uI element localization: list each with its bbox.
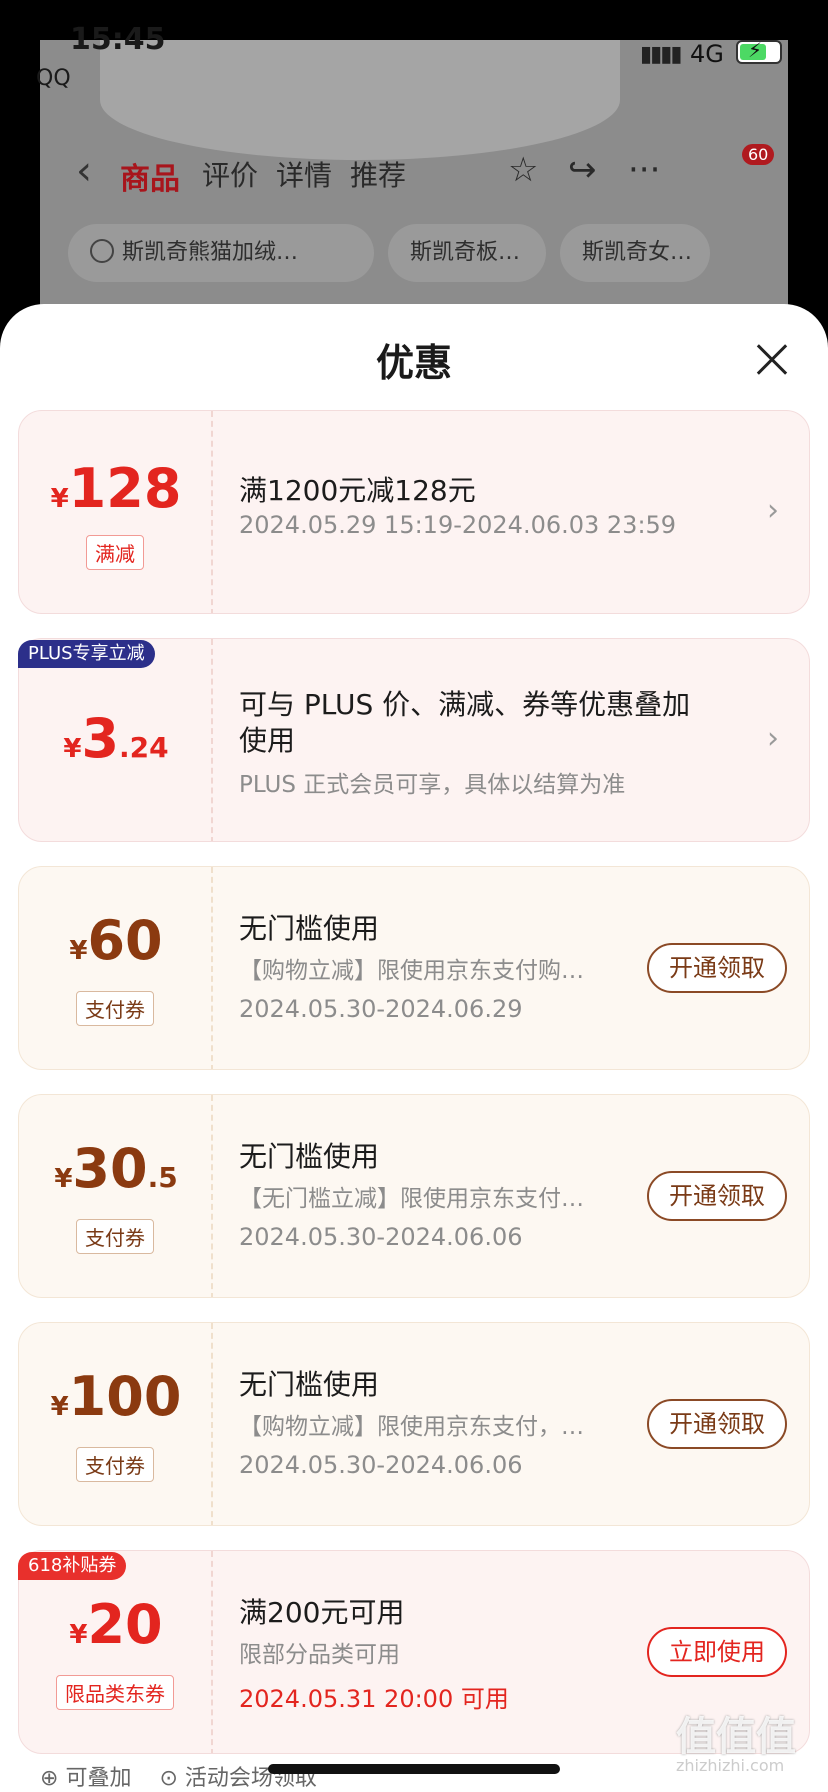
- stackable-label: 可叠加: [65, 1766, 132, 1791]
- coupon-amount: ¥100: [50, 1365, 182, 1428]
- coupon-card-payment: ¥100 支付券 无门槛使用 【购物立减】限使用京东支付，… 2024.05.3…: [18, 1322, 810, 1526]
- back-to-app-label[interactable]: QQ: [36, 66, 71, 91]
- coupon-amount-panel: ¥30.5 支付券: [19, 1095, 213, 1297]
- network-type: 4G: [690, 40, 724, 68]
- info-icon: ⊕: [40, 1766, 59, 1791]
- coupon-title: 无门槛使用: [239, 912, 380, 945]
- product-nav-bar: ‹ 商品 评价 详情 推荐 ☆ ↪ ··· 60: [40, 140, 788, 210]
- coupon-subtitle: 限部分品类可用: [239, 1642, 400, 1668]
- tab-recommend[interactable]: 推荐: [350, 154, 406, 194]
- chevron-right-icon: ›: [767, 493, 779, 528]
- coupon-card-payment: ¥60 支付券 无门槛使用 【购物立减】限使用京东支付购… 2024.05.30…: [18, 866, 810, 1070]
- suggestion-chip[interactable]: 斯凯奇板…: [388, 224, 546, 282]
- coupon-type-tag: 限品类东券: [56, 1675, 174, 1710]
- coupon-date: 2024.05.31 20:00 可用: [239, 1685, 509, 1713]
- activate-claim-button[interactable]: 开通领取: [647, 1399, 787, 1449]
- tab-details[interactable]: 详情: [276, 154, 332, 194]
- coupon-amount-panel: ¥100 支付券: [19, 1323, 213, 1525]
- search-query: 斯凯奇熊猫加绒…: [122, 240, 299, 265]
- coupon-subtitle: PLUS 正式会员可享，具体以结算为准: [239, 772, 626, 798]
- coupon-title: 满200元可用: [239, 1596, 405, 1629]
- chevron-right-icon: ›: [767, 721, 779, 756]
- coupon-amount: ¥3.24: [63, 707, 169, 770]
- tab-reviews[interactable]: 评价: [202, 154, 258, 194]
- battery-icon: ⚡: [736, 38, 782, 64]
- coupon-card-plus[interactable]: ¥3.24 可与 PLUS 价、满减、券等优惠叠加 使用 PLUS 正式会员可享…: [18, 638, 810, 842]
- close-icon[interactable]: [752, 340, 792, 380]
- watermark-logo: 值值值: [676, 1714, 796, 1760]
- more-menu-icon[interactable]: ···: [628, 150, 660, 190]
- coupon-amount: ¥128: [50, 457, 182, 520]
- coupon-date: 2024.05.30-2024.06.29: [239, 995, 523, 1023]
- coupon-amount: ¥20: [69, 1593, 163, 1656]
- watermark-site: zhizhizhi.com: [676, 1756, 785, 1775]
- coupon-subtitle: 【购物立减】限使用京东支付购…: [239, 958, 584, 984]
- coupon-amount-panel: ¥128 满减: [19, 411, 213, 613]
- coupon-title: 无门槛使用: [239, 1368, 380, 1401]
- activate-claim-button[interactable]: 开通领取: [647, 1171, 787, 1221]
- coupon-date: 2024.05.30-2024.06.06: [239, 1451, 523, 1479]
- activate-claim-button[interactable]: 开通领取: [647, 943, 787, 993]
- coupon-amount-panel: ¥20 限品类东券: [19, 1551, 213, 1753]
- coupon-type-tag: 支付券: [76, 1219, 154, 1254]
- info-icon: ⊙: [159, 1766, 178, 1791]
- status-time: 15:45: [70, 22, 166, 57]
- favorite-star-icon[interactable]: ☆: [508, 150, 538, 190]
- coupon-amount: ¥30.5: [54, 1137, 178, 1200]
- coupon-title: 满1200元减128元: [239, 474, 476, 507]
- plus-exclusive-ribbon: PLUS专享立减: [18, 640, 155, 668]
- coupon-card-payment: ¥30.5 支付券 无门槛使用 【无门槛立减】限使用京东支付… 2024.05.…: [18, 1094, 810, 1298]
- home-indicator[interactable]: [268, 1764, 560, 1774]
- coupon-subtitle: 【购物立减】限使用京东支付，…: [239, 1414, 584, 1440]
- sheet-title: 优惠: [375, 341, 452, 385]
- coupon-date: 2024.05.29 15:19-2024.06.03 23:59: [239, 511, 677, 539]
- coupon-type-tag: 支付券: [76, 991, 154, 1026]
- use-now-button[interactable]: 立即使用: [647, 1627, 787, 1677]
- coupon-title: 无门槛使用: [239, 1140, 380, 1173]
- coupon-date: 2024.05.30-2024.06.06: [239, 1223, 523, 1251]
- search-input[interactable]: 斯凯奇熊猫加绒…: [68, 224, 374, 282]
- search-icon: [90, 239, 114, 263]
- status-bar: 15:45 QQ ▮▮▮▮ 4G ⚡: [0, 0, 828, 100]
- suggestion-chip[interactable]: 斯凯奇女…: [560, 224, 710, 282]
- coupon-subtitle: 【无门槛立减】限使用京东支付…: [239, 1186, 584, 1212]
- signal-icon: ▮▮▮▮: [640, 42, 682, 67]
- search-row: 斯凯奇熊猫加绒… 斯凯奇板… 斯凯奇女…: [40, 224, 788, 284]
- coupon-amount: ¥60: [69, 909, 163, 972]
- share-icon[interactable]: ↪: [568, 150, 597, 190]
- coupon-type-tag: 支付券: [76, 1447, 154, 1482]
- coupon-type-tag: 满减: [86, 535, 144, 570]
- coupon-title: 可与 PLUS 价、满减、券等优惠叠加: [239, 688, 691, 721]
- coupon-amount-panel: ¥3.24: [19, 639, 213, 841]
- message-count-badge: 60: [742, 144, 775, 165]
- coupon-card-full-reduction[interactable]: ¥128 满减 满1200元减128元 2024.05.29 15:19-202…: [18, 410, 810, 614]
- tab-product[interactable]: 商品: [120, 154, 180, 198]
- coupon-title-continued: 使用: [239, 724, 296, 757]
- subsidy-coupon-ribbon: 618补贴券: [18, 1552, 127, 1580]
- coupon-amount-panel: ¥60 支付券: [19, 867, 213, 1069]
- discount-sheet: 优惠 ¥128 满减 满1200元减128元 2024.05.29 15:19-…: [0, 304, 828, 1792]
- back-arrow-icon[interactable]: ‹: [76, 148, 92, 194]
